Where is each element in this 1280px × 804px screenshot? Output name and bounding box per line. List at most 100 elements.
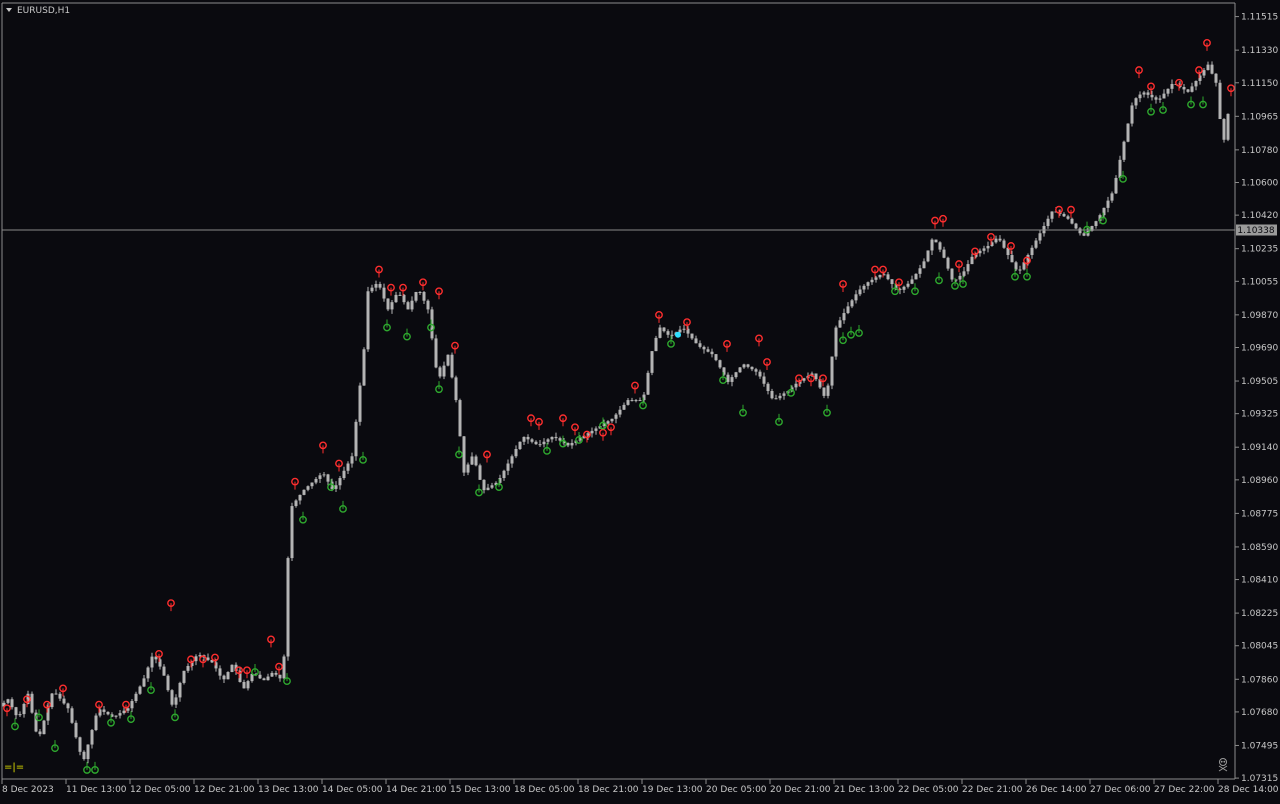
- candle-body: [378, 284, 382, 288]
- time-tick-label: 8 Dec 2023: [2, 785, 54, 795]
- candle-body: [450, 354, 454, 378]
- candle-body: [714, 354, 718, 361]
- candle-body: [290, 506, 294, 559]
- candle-body: [406, 302, 410, 310]
- price-tick-label: 1.09505: [1241, 377, 1278, 387]
- candle-body: [946, 257, 950, 269]
- candle-body: [134, 693, 138, 702]
- price-tick-label: 1.10055: [1241, 277, 1278, 287]
- candle-body: [966, 264, 970, 272]
- candle-body: [814, 373, 818, 380]
- candle-body: [1170, 83, 1174, 89]
- candle-body: [526, 436, 530, 440]
- candle-body: [902, 286, 906, 290]
- candle-body: [138, 686, 142, 694]
- candle-body: [310, 482, 314, 487]
- candle-body: [1138, 94, 1142, 99]
- candle-body: [482, 479, 486, 491]
- price-tick-label: 1.09870: [1241, 311, 1278, 321]
- time-tick-label: 14 Dec 05:00: [322, 785, 383, 795]
- candle-body: [834, 327, 838, 357]
- candle-body: [594, 428, 598, 431]
- candle-body: [1214, 73, 1218, 83]
- candle-body: [1030, 247, 1034, 256]
- candle-body: [1046, 218, 1050, 227]
- candle-body: [54, 693, 58, 695]
- candle-body: [318, 475, 322, 479]
- candle-body: [418, 292, 422, 294]
- candle-body: [690, 333, 694, 339]
- price-tick-label: 1.11330: [1241, 46, 1278, 56]
- time-tick-label: 21 Dec 13:00: [834, 785, 895, 795]
- chart-window[interactable]: 1.11515 1.11330 1.11150 1.10965 1.10780 1.106…: [0, 0, 1280, 800]
- candle-body: [750, 366, 754, 370]
- time-tick-label: 20 Dec 21:00: [770, 785, 831, 795]
- candle-body: [922, 261, 926, 269]
- candle-body: [422, 292, 426, 301]
- candle-body: [558, 438, 562, 441]
- candle-body: [426, 300, 430, 310]
- candle-body: [510, 456, 514, 464]
- candle-body: [446, 354, 450, 366]
- candle-body: [470, 456, 474, 465]
- candle-body: [266, 676, 270, 681]
- candle-body: [890, 279, 894, 285]
- candle-body: [554, 436, 558, 439]
- candle-body: [322, 474, 326, 476]
- time-tick-label: 20 Dec 05:00: [706, 785, 767, 795]
- candle-body: [6, 699, 10, 703]
- candle-body: [610, 418, 614, 422]
- candle-body: [90, 730, 94, 745]
- candle-body: [1206, 64, 1210, 71]
- candle-body: [826, 385, 830, 396]
- candle-body: [1194, 80, 1198, 87]
- candle-body: [590, 430, 594, 434]
- candle-body: [846, 306, 850, 314]
- candle-body: [366, 291, 370, 350]
- candle-body: [150, 656, 154, 668]
- candle-body: [1018, 269, 1022, 271]
- time-tick-label: 11 Dec 13:00: [66, 785, 127, 795]
- candle-body: [1094, 221, 1098, 227]
- candle-body: [914, 273, 918, 280]
- candle-body: [1034, 240, 1038, 248]
- candle-body: [710, 351, 714, 355]
- candle-body: [186, 665, 190, 671]
- candle-body: [734, 372, 738, 378]
- candle-body: [182, 670, 186, 683]
- price-tick-label: 1.07680: [1241, 708, 1278, 718]
- candle-body: [270, 672, 274, 677]
- candle-body: [170, 690, 174, 705]
- candle-body: [1130, 105, 1134, 124]
- candle-body: [1118, 159, 1122, 178]
- price-chart[interactable]: 1.11515 1.11330 1.11150 1.10965 1.10780 1.106…: [0, 0, 1280, 800]
- candle-body: [1146, 92, 1150, 95]
- candle-body: [1106, 200, 1110, 208]
- candle-body: [1010, 255, 1014, 263]
- candle-body: [278, 674, 282, 679]
- expert-advisor-icon[interactable]: =|=: [4, 762, 24, 773]
- candle-body: [1210, 64, 1214, 74]
- candle-body: [886, 274, 890, 280]
- candle-body: [802, 378, 806, 381]
- candle-body: [958, 275, 962, 280]
- candle-body: [1126, 123, 1130, 142]
- candle-body: [670, 334, 674, 336]
- candle-body: [682, 328, 686, 330]
- candle-body: [906, 283, 910, 287]
- candle-body: [878, 274, 882, 278]
- candle-body: [662, 327, 666, 332]
- candle-body: [1162, 93, 1166, 99]
- candle-body: [122, 710, 126, 714]
- candle-body: [142, 678, 146, 687]
- candle-body: [758, 371, 762, 377]
- candle-body: [754, 369, 758, 372]
- candle-body: [522, 436, 526, 442]
- price-tick-label: 1.09690: [1241, 343, 1278, 353]
- price-tick-label: 1.10600: [1241, 178, 1278, 188]
- candle-body: [650, 351, 654, 373]
- time-tick-label: 12 Dec 21:00: [194, 785, 255, 795]
- candle-body: [842, 313, 846, 321]
- time-tick-label: 19 Dec 13:00: [642, 785, 703, 795]
- candle-body: [1002, 240, 1006, 248]
